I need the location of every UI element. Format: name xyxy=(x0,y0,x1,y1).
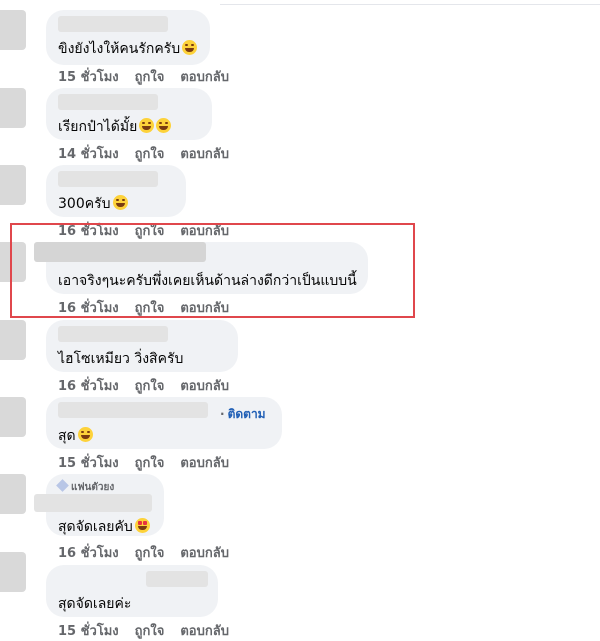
avatar[interactable] xyxy=(0,10,26,50)
highlight-box xyxy=(10,223,415,318)
comment-text: 300ครับ xyxy=(58,193,128,215)
comment-actions: 14 ชั่วโมง ถูกใจ ตอบกลับ xyxy=(58,143,245,164)
avatar[interactable] xyxy=(0,88,26,128)
reply-button[interactable]: ตอบกลับ xyxy=(180,546,229,561)
like-button[interactable]: ถูกใจ xyxy=(135,456,165,471)
commenter-name[interactable] xyxy=(34,494,152,512)
heart-eyes-emoji-icon xyxy=(134,518,150,533)
divider xyxy=(220,4,600,5)
reply-button[interactable]: ตอบกลับ xyxy=(180,379,229,394)
comment-actions: 15 ชั่วโมง ถูกใจ ตอบกลับ xyxy=(58,452,245,473)
avatar[interactable] xyxy=(0,552,26,592)
comment-text: สุดจัดเลยค่ะ xyxy=(58,596,132,612)
commenter-name[interactable] xyxy=(58,402,208,418)
comment-text: ขิงยังไงให้คนรักครับ xyxy=(58,38,198,60)
comment-time[interactable]: 16 ชั่วโมง xyxy=(58,379,119,394)
like-button[interactable]: ถูกใจ xyxy=(135,147,165,162)
grin-emoji-icon xyxy=(139,118,155,133)
avatar[interactable] xyxy=(0,397,26,437)
avatar[interactable] xyxy=(0,474,26,514)
avatar[interactable] xyxy=(0,320,26,360)
like-button[interactable]: ถูกใจ xyxy=(135,546,165,561)
laughing-squint-emoji-icon xyxy=(182,40,198,55)
like-button[interactable]: ถูกใจ xyxy=(135,379,165,394)
like-button[interactable]: ถูกใจ xyxy=(135,70,165,85)
commenter-name[interactable] xyxy=(146,571,208,587)
comment-text: ไฮโซเหมียว วิ่งสิครับ xyxy=(58,351,184,367)
commenter-name[interactable] xyxy=(58,16,168,32)
comment-actions: 16 ชั่วโมง ถูกใจ ตอบกลับ xyxy=(58,542,245,563)
comment-actions: 15 ชั่วโมง ถูกใจ ตอบกลับ xyxy=(58,620,245,641)
grin-emoji-icon xyxy=(156,118,172,133)
comment-actions: 15 ชั่วโมง ถูกใจ ตอบกลับ xyxy=(58,66,245,87)
comment-text: สุด xyxy=(58,425,93,447)
comment-time[interactable]: 15 ชั่วโมง xyxy=(58,70,119,85)
reply-button[interactable]: ตอบกลับ xyxy=(180,456,229,471)
comment-time[interactable]: 15 ชั่วโมง xyxy=(58,456,119,471)
top-fan-badge: แฟนตัวยง xyxy=(56,479,114,495)
comment-text: เรียกป๋าได้มั้ย xyxy=(58,116,172,138)
smile-emoji-icon xyxy=(77,427,93,442)
comment-text: สุดจัดเลยคับ xyxy=(58,516,150,538)
commenter-name[interactable] xyxy=(58,326,168,342)
reply-button[interactable]: ตอบกลับ xyxy=(180,147,229,162)
follow-button[interactable]: · ติดตาม xyxy=(220,405,266,424)
comment-time[interactable]: 16 ชั่วโมง xyxy=(58,546,119,561)
tongue-emoji-icon xyxy=(112,195,128,210)
commenter-name[interactable] xyxy=(58,171,158,187)
reply-button[interactable]: ตอบกลับ xyxy=(180,70,229,85)
commenter-name[interactable] xyxy=(58,94,158,110)
comment-time[interactable]: 14 ชั่วโมง xyxy=(58,147,119,162)
comment-actions: 16 ชั่วโมง ถูกใจ ตอบกลับ xyxy=(58,375,245,396)
diamond-icon xyxy=(56,479,69,492)
avatar[interactable] xyxy=(0,165,26,205)
